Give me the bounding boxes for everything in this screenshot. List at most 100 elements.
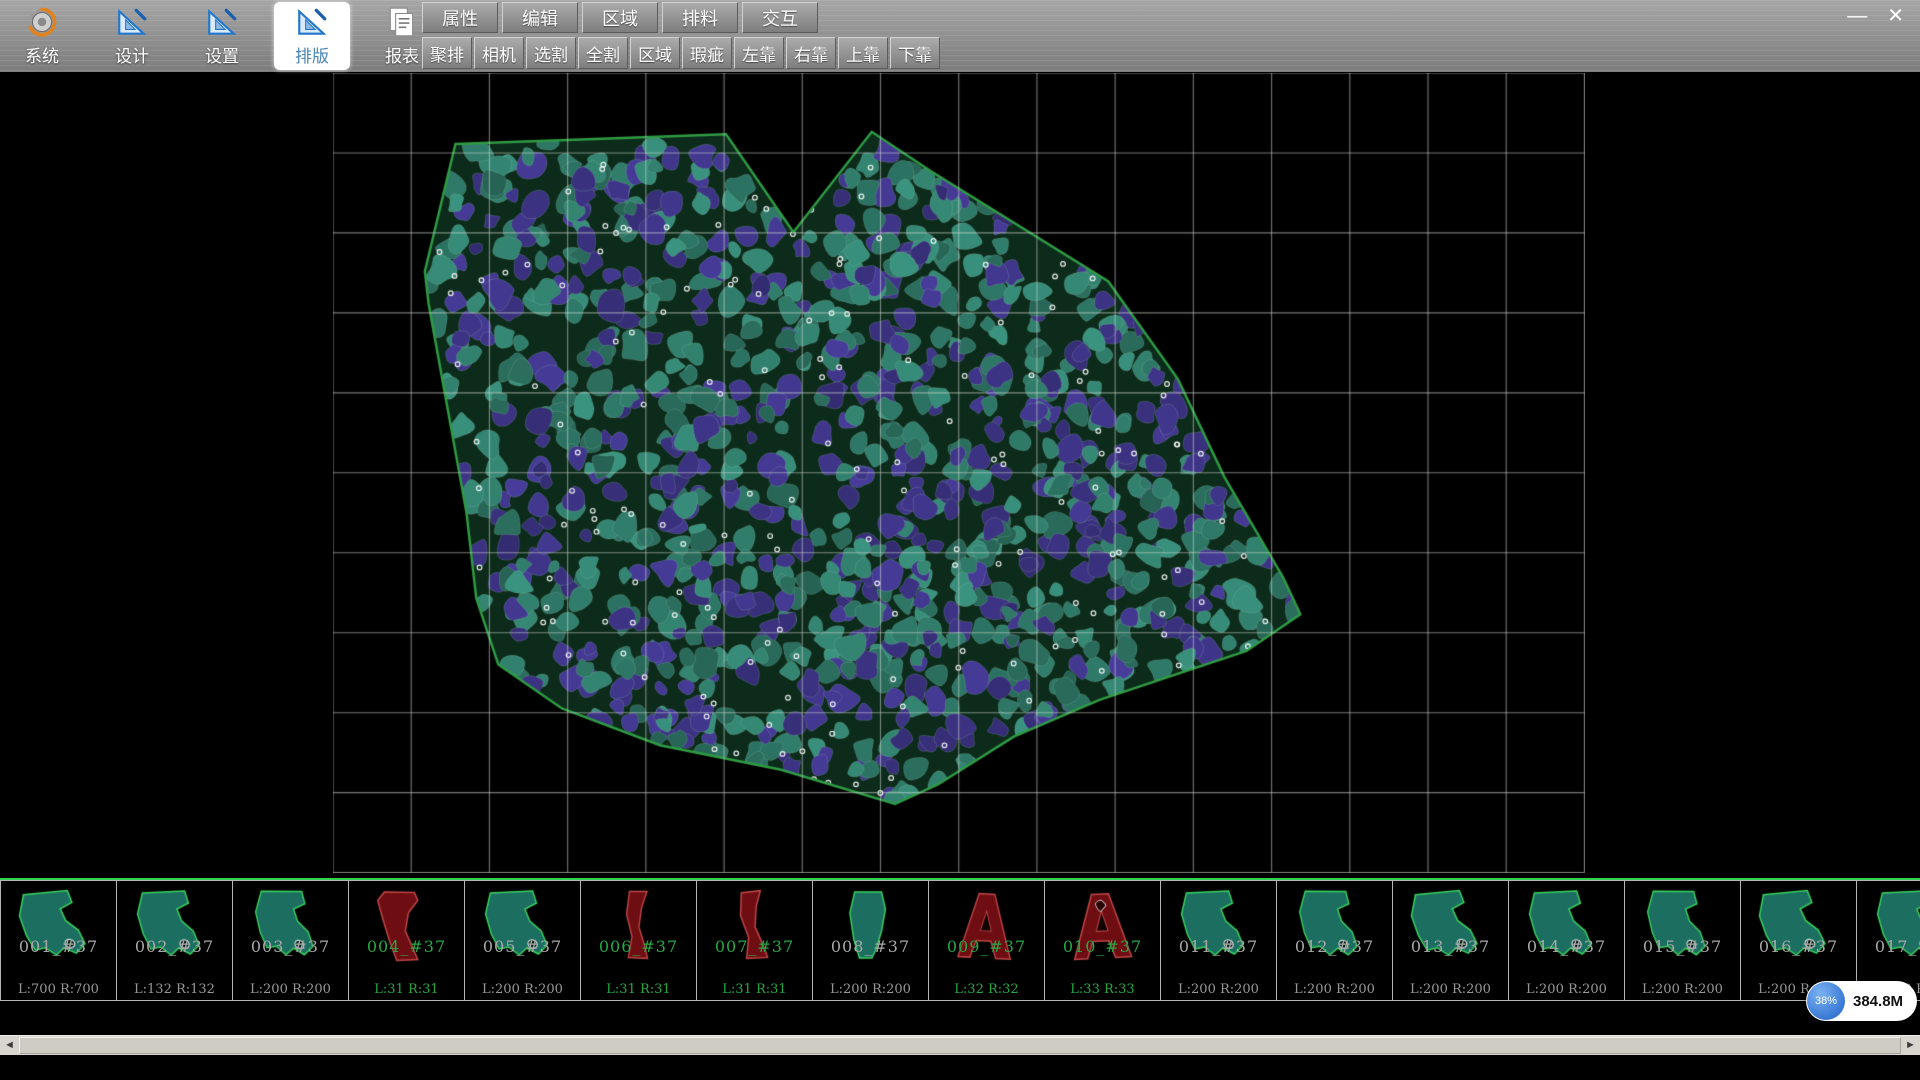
part-cell-001_#37[interactable]: 001_#37L:700 R:700 <box>0 880 117 1001</box>
part-lr-count-label: L:32 R:32 <box>929 982 1044 997</box>
part-cell-009_#37[interactable]: 009_#37 L:32 R:32 <box>928 880 1045 1001</box>
part-name-label: 003_#37 <box>233 937 348 956</box>
part-cell-010_#37[interactable]: 010_#37 L:33 R:33 <box>1044 880 1161 1001</box>
part-lr-count-label: L:31 R:31 <box>697 982 812 997</box>
nav-setup-button[interactable]: 设置 <box>184 2 260 70</box>
tool-button-10[interactable]: 下靠 <box>890 37 940 69</box>
tool-button-5[interactable]: 区域 <box>630 37 680 69</box>
close-button[interactable]: ✕ <box>1887 4 1904 28</box>
part-lr-count-label: L:31 R:31 <box>349 982 464 997</box>
parts-strip: 001_#37L:700 R:700002_#37L:132 R:132003_… <box>0 878 1920 1004</box>
nav-button-label: 排版 <box>295 42 329 67</box>
scroll-right-icon[interactable]: ► <box>1901 1036 1920 1055</box>
part-thumbnail <box>939 881 1035 973</box>
part-thumbnail <box>591 881 687 973</box>
part-cell-004_#37[interactable]: 004_#37 L:31 R:31 <box>348 880 465 1001</box>
nav-button-label: 设置 <box>205 42 239 67</box>
part-name-label: 002_#37 <box>117 937 232 956</box>
tool-button-6[interactable]: 瑕疵 <box>682 37 732 69</box>
part-thumbnail <box>823 881 919 973</box>
part-name-label: 007_#37 <box>697 937 812 956</box>
module-nav: 系统设计设置排版报表 <box>4 2 440 70</box>
nav-button-label: 系统 <box>25 42 59 67</box>
part-name-label: 013_#37 <box>1393 937 1508 956</box>
part-name-label: 016_#37 <box>1741 937 1856 956</box>
progress-circle: 38% <box>1807 982 1845 1020</box>
part-cell-002_#37[interactable]: 002_#37 L:132 R:132 <box>116 880 233 1001</box>
memory-label: 384.8M <box>1853 993 1903 1010</box>
part-thumbnail <box>1055 881 1151 973</box>
tool-button-row: 聚排相机选割全割区域瑕疵左靠右靠上靠下靠 <box>422 37 940 69</box>
part-cell-011_#37[interactable]: 011_#37L:200 R:200 <box>1160 880 1277 1001</box>
set-square-icon <box>115 5 149 39</box>
part-cell-015_#37[interactable]: 015_#37 L:200 R:200 <box>1624 880 1741 1001</box>
part-lr-count-label: L:33 R:33 <box>1045 982 1160 997</box>
part-thumbnail <box>475 881 571 973</box>
memory-badge: 38% 384.8M <box>1806 981 1917 1021</box>
part-lr-count-label: L:31 R:31 <box>581 982 696 997</box>
part-lr-count-label: L:200 R:200 <box>813 982 928 997</box>
report-icon <box>385 5 419 39</box>
horizontal-scrollbar[interactable]: ◄ ► <box>0 1035 1920 1055</box>
menu-tab-5[interactable]: 交互 <box>742 2 818 33</box>
minimize-button[interactable]: — <box>1847 4 1867 28</box>
part-name-label: 005_#37 <box>465 937 580 956</box>
tool-button-4[interactable]: 全割 <box>578 37 628 69</box>
part-thumbnail <box>1519 881 1615 973</box>
part-cell-014_#37[interactable]: 014_#37 L:200 R:200 <box>1508 880 1625 1001</box>
part-name-label: 001_#37 <box>1 937 116 956</box>
window-controls: — ✕ <box>1847 4 1904 28</box>
part-lr-count-label: L:200 R:200 <box>1393 982 1508 997</box>
menu-tab-2[interactable]: 编辑 <box>502 2 578 33</box>
menu-tab-1[interactable]: 属性 <box>422 2 498 33</box>
menu-tab-4[interactable]: 排料 <box>662 2 738 33</box>
part-lr-count-label: L:132 R:132 <box>117 982 232 997</box>
part-cell-005_#37[interactable]: 005_#37 L:200 R:200 <box>464 880 581 1001</box>
gear-icon <box>25 5 59 39</box>
titlebar: 系统设计设置排版报表 属性编辑区域排料交互 聚排相机选割全割区域瑕疵左靠右靠上靠… <box>0 0 1920 72</box>
nav-nesting-button[interactable]: 排版 <box>274 2 350 70</box>
nav-system-button[interactable]: 系统 <box>4 2 80 70</box>
part-name-label: 006_#37 <box>581 937 696 956</box>
part-cell-007_#37[interactable]: 007_#37 L:31 R:31 <box>696 880 813 1001</box>
part-name-label: 004_#37 <box>349 937 464 956</box>
tool-button-7[interactable]: 左靠 <box>734 37 784 69</box>
part-lr-count-label: L:200 R:200 <box>465 982 580 997</box>
nav-button-label: 设计 <box>115 42 149 67</box>
tool-button-8[interactable]: 右靠 <box>786 37 836 69</box>
part-lr-count-label: L:200 R:200 <box>233 982 348 997</box>
tool-button-3[interactable]: 选割 <box>526 37 576 69</box>
part-cell-003_#37[interactable]: 003_#37 L:200 R:200 <box>232 880 349 1001</box>
tool-button-2[interactable]: 相机 <box>474 37 524 69</box>
tool-button-9[interactable]: 上靠 <box>838 37 888 69</box>
part-thumbnail <box>1867 881 1920 973</box>
tool-button-1[interactable]: 聚排 <box>422 37 472 69</box>
part-cell-008_#37[interactable]: 008_#37L:200 R:200 <box>812 880 929 1001</box>
part-name-label: 009_#37 <box>929 937 1044 956</box>
part-cell-006_#37[interactable]: 006_#37 L:31 R:31 <box>580 880 697 1001</box>
part-thumbnail <box>1635 881 1731 973</box>
part-thumbnail <box>1171 881 1267 973</box>
scrollbar-thumb[interactable] <box>19 1037 1901 1054</box>
scroll-left-icon[interactable]: ◄ <box>0 1036 19 1055</box>
part-name-label: 014_#37 <box>1509 937 1624 956</box>
part-thumbnail <box>359 881 455 973</box>
part-thumbnail <box>1287 881 1383 973</box>
part-thumbnail <box>707 881 803 973</box>
set-square-icon <box>205 5 239 39</box>
part-name-label: 010_#37 <box>1045 937 1160 956</box>
part-name-label: 017_#37 <box>1857 937 1920 956</box>
nav-design-button[interactable]: 设计 <box>94 2 170 70</box>
menu-tab-row: 属性编辑区域排料交互 <box>422 2 818 33</box>
part-name-label: 015_#37 <box>1625 937 1740 956</box>
nesting-canvas[interactable] <box>333 73 1585 873</box>
menu-tab-3[interactable]: 区域 <box>582 2 658 33</box>
part-lr-count-label: L:200 R:200 <box>1509 982 1624 997</box>
workspace <box>0 72 1920 878</box>
part-cell-012_#37[interactable]: 012_#37L:200 R:200 <box>1276 880 1393 1001</box>
part-lr-count-label: L:200 R:200 <box>1161 982 1276 997</box>
part-name-label: 012_#37 <box>1277 937 1392 956</box>
part-lr-count-label: L:200 R:200 <box>1625 982 1740 997</box>
part-cell-013_#37[interactable]: 013_#37 L:200 R:200 <box>1392 880 1509 1001</box>
part-thumbnail <box>1403 881 1499 973</box>
